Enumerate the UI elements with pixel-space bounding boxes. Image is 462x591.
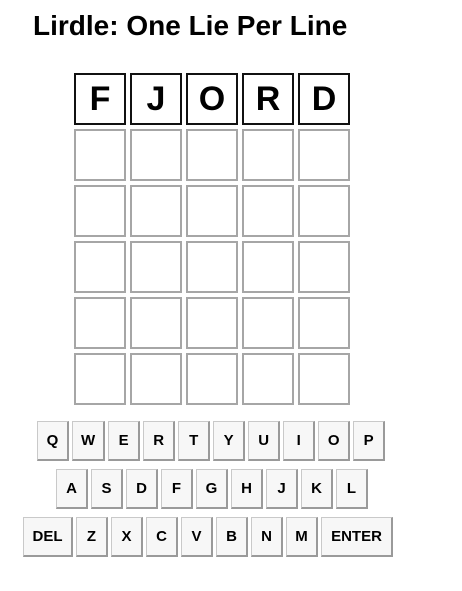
board-row [72, 127, 352, 183]
letter-tile [74, 241, 126, 293]
letter-tile [242, 129, 294, 181]
letter-tile: F [74, 73, 126, 125]
letter-tile [186, 297, 238, 349]
key-k[interactable]: K [301, 469, 333, 509]
letter-tile [298, 129, 350, 181]
key-i[interactable]: I [283, 421, 316, 461]
key-d[interactable]: D [126, 469, 158, 509]
key-b[interactable]: B [216, 517, 248, 557]
key-n[interactable]: N [251, 517, 283, 557]
letter-tile [186, 353, 238, 405]
letter-tile [130, 185, 182, 237]
key-c[interactable]: C [146, 517, 178, 557]
letter-tile [186, 185, 238, 237]
page-title: Lirdle: One Lie Per Line [33, 10, 348, 41]
game-board: FJORD [72, 71, 352, 407]
letter-tile [74, 185, 126, 237]
board-row [72, 183, 352, 239]
key-r[interactable]: R [143, 421, 176, 461]
key-j[interactable]: J [266, 469, 298, 509]
key-w[interactable]: W [72, 421, 106, 461]
board-row [72, 351, 352, 407]
letter-tile: O [186, 73, 238, 125]
letter-tile [298, 297, 350, 349]
key-u[interactable]: U [248, 421, 281, 461]
key-h[interactable]: H [231, 469, 263, 509]
letter-tile [242, 353, 294, 405]
enter-key[interactable]: ENTER [321, 517, 393, 557]
letter-tile: J [130, 73, 182, 125]
key-g[interactable]: G [196, 469, 228, 509]
key-q[interactable]: Q [37, 421, 69, 461]
key-v[interactable]: V [181, 517, 213, 557]
keyboard-row-1: QWERTYUIOP [37, 421, 388, 463]
keyboard-row-3: DEL Z X C V B N M ENTER [23, 517, 396, 559]
key-e[interactable]: E [108, 421, 141, 461]
keyboard-row-2: ASDFGHJKL [56, 469, 371, 511]
letter-tile [130, 129, 182, 181]
letter-tile [242, 297, 294, 349]
letter-tile: D [298, 73, 350, 125]
letter-tile [186, 129, 238, 181]
letter-tile [186, 241, 238, 293]
key-p[interactable]: P [353, 421, 386, 461]
key-m[interactable]: M [286, 517, 318, 557]
letter-tile [130, 353, 182, 405]
letter-tile [298, 241, 350, 293]
key-y[interactable]: Y [213, 421, 246, 461]
key-x[interactable]: X [111, 517, 143, 557]
letter-tile [130, 297, 182, 349]
key-a[interactable]: A [56, 469, 88, 509]
board-row [72, 295, 352, 351]
letter-tile [242, 185, 294, 237]
letter-tile [242, 241, 294, 293]
letter-tile: R [242, 73, 294, 125]
key-t[interactable]: T [178, 421, 211, 461]
letter-tile [298, 353, 350, 405]
key-l[interactable]: L [336, 469, 368, 509]
letter-tile [298, 185, 350, 237]
board-row: FJORD [72, 71, 352, 127]
key-o[interactable]: O [318, 421, 351, 461]
key-z[interactable]: Z [76, 517, 108, 557]
letter-tile [74, 297, 126, 349]
letter-tile [74, 129, 126, 181]
delete-key[interactable]: DEL [23, 517, 73, 557]
key-s[interactable]: S [91, 469, 123, 509]
letter-tile [130, 241, 182, 293]
letter-tile [74, 353, 126, 405]
key-f[interactable]: F [161, 469, 193, 509]
board-row [72, 239, 352, 295]
